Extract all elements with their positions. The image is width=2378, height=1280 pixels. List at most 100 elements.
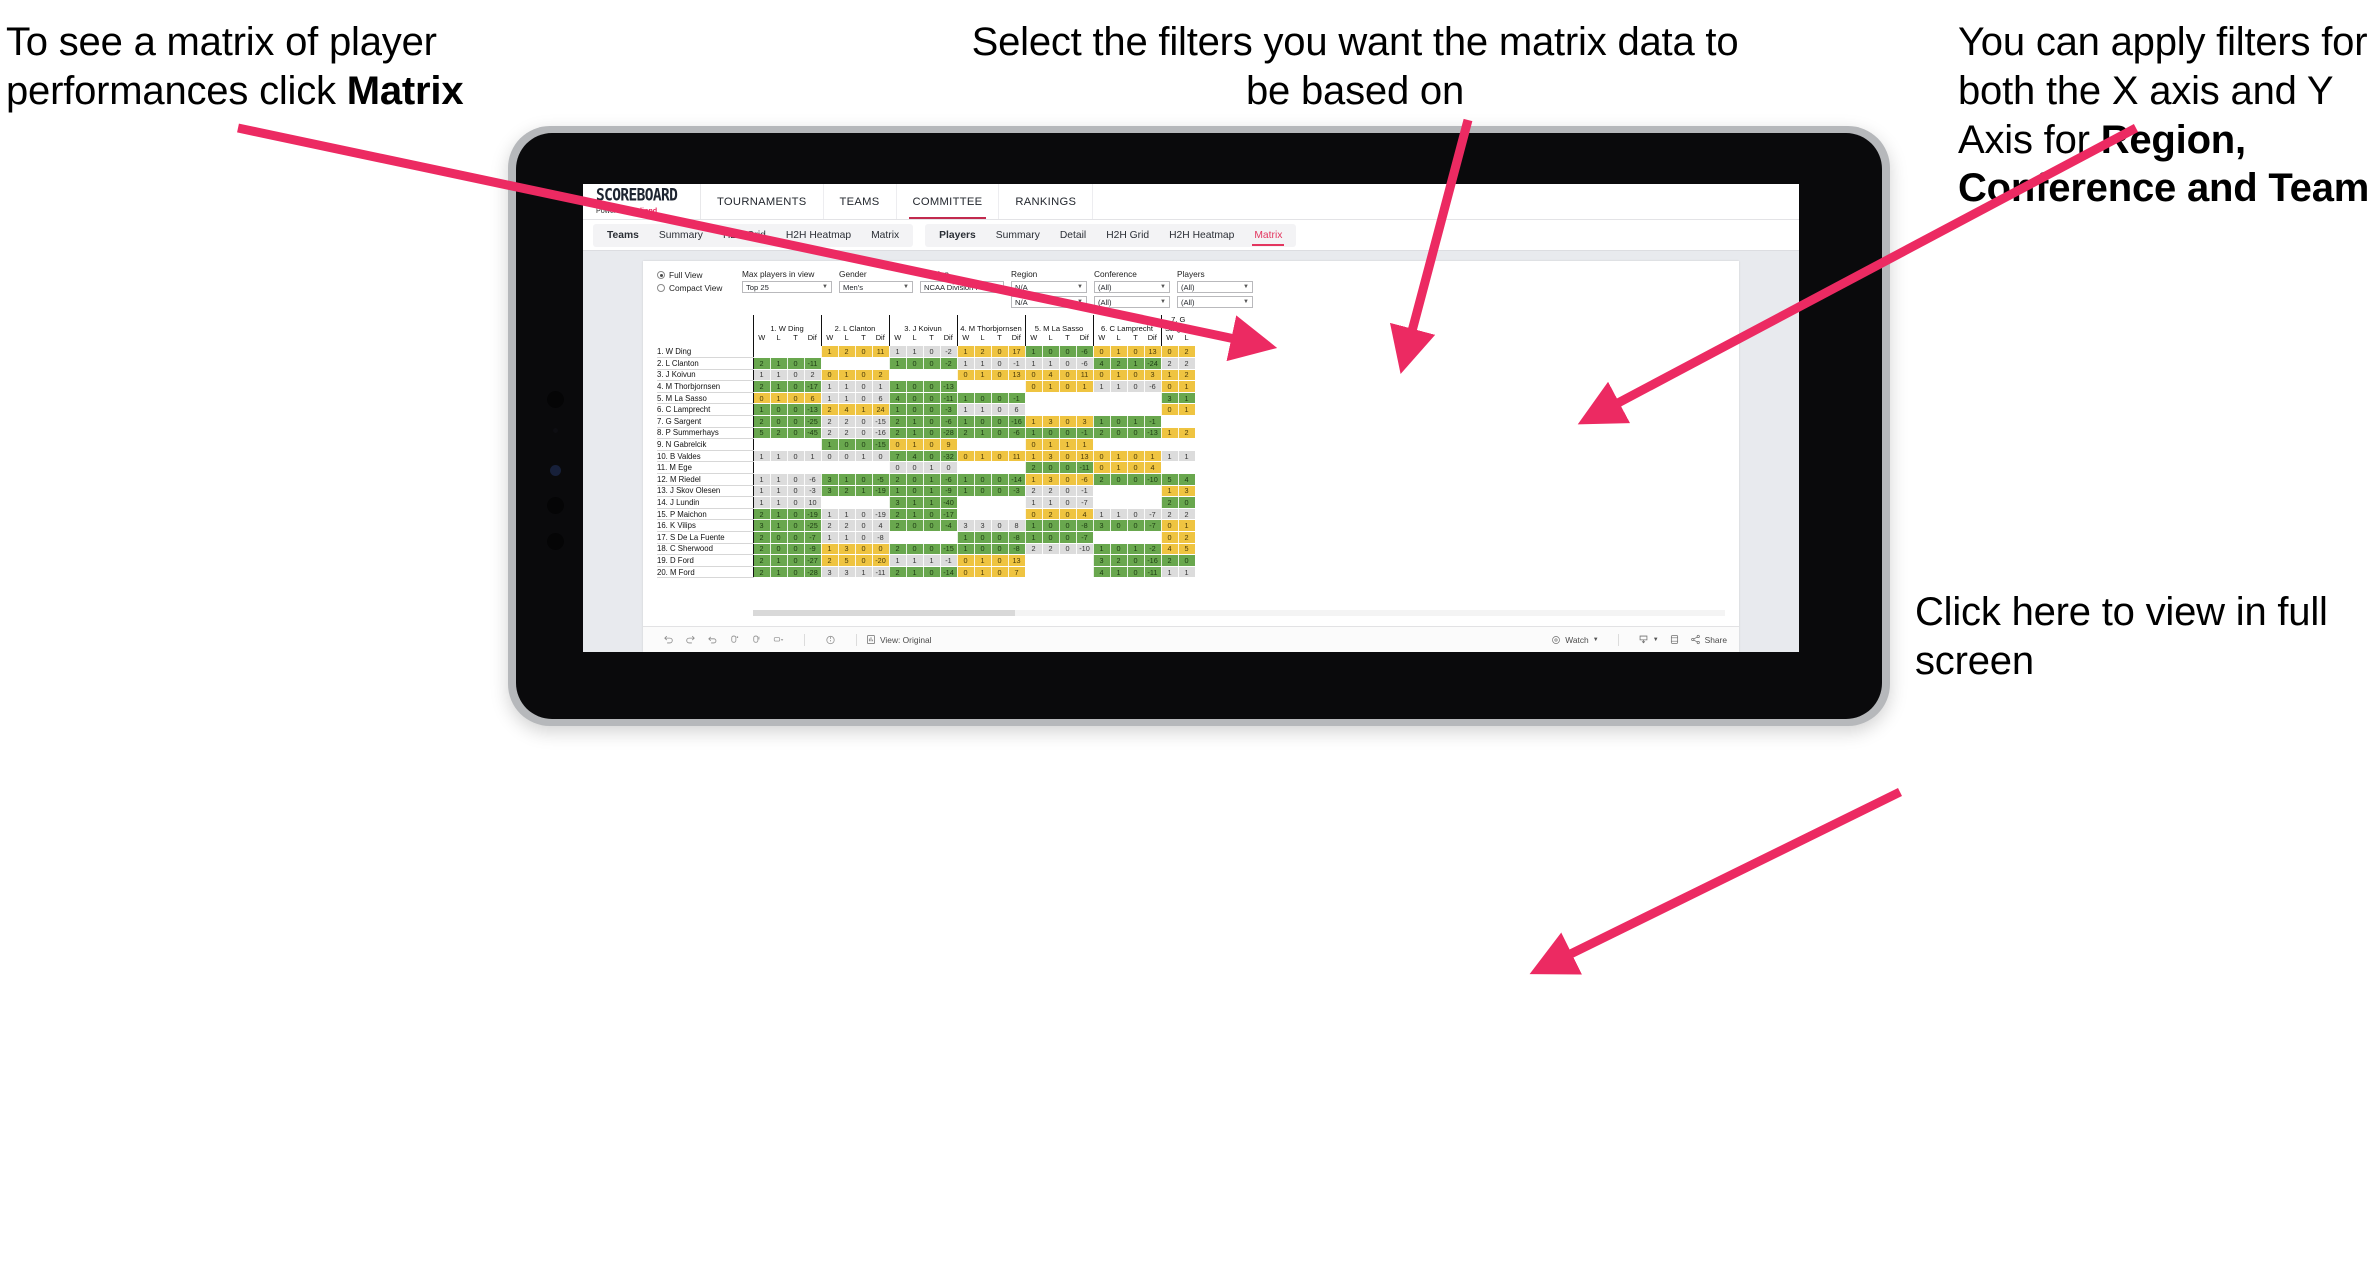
matrix-cell[interactable]: 6 bbox=[1008, 403, 1026, 417]
table-row[interactable]: 10. B Valdes 1 1 0 1 0 0 1 0 7 4 0 -32 0 1 0 11 1 3 0 13 0 1 0 1… bbox=[657, 450, 1217, 463]
matrix-cell[interactable]: -3 bbox=[804, 485, 822, 498]
matrix-cell[interactable]: 1 bbox=[923, 461, 941, 475]
matrix-cell[interactable]: 0 bbox=[991, 566, 1009, 579]
table-row[interactable]: 9. N Gabrelcik 1 0 0 -15 0 1 0 9 0 1 1 1 bbox=[657, 438, 1217, 451]
matrix-cell[interactable]: 0 bbox=[991, 369, 1009, 382]
matrix-cell[interactable]: 0 bbox=[787, 450, 805, 463]
matrix-cell[interactable]: 1 bbox=[1110, 369, 1128, 382]
matrix-cell[interactable] bbox=[991, 461, 1009, 475]
view-original-button[interactable]: View: Original bbox=[866, 634, 932, 645]
matrix-cell[interactable]: 1 bbox=[1110, 508, 1128, 521]
matrix-cell[interactable]: 1 bbox=[956, 485, 975, 498]
tab-players-detail[interactable]: Detail bbox=[1050, 224, 1096, 247]
matrix-cell[interactable]: 0 bbox=[991, 403, 1009, 417]
matrix-cell[interactable]: 1 bbox=[888, 403, 907, 417]
matrix-cell[interactable]: 2 bbox=[1024, 461, 1043, 475]
matrix-cell[interactable]: 2 bbox=[1160, 554, 1179, 567]
matrix-cell[interactable]: 1 bbox=[770, 566, 788, 579]
matrix-cell[interactable] bbox=[956, 380, 975, 393]
matrix-cell[interactable]: 0 bbox=[888, 461, 907, 475]
matrix-cell[interactable]: -8 bbox=[1008, 543, 1026, 556]
matrix-cell[interactable]: 1 bbox=[974, 554, 992, 567]
matrix-cell[interactable]: 1 bbox=[838, 369, 856, 382]
matrix-cell[interactable]: 11 bbox=[1008, 450, 1026, 463]
matrix-cell[interactable]: 1 bbox=[1042, 357, 1060, 370]
matrix-cell[interactable]: 1 bbox=[770, 357, 788, 370]
matrix-cell[interactable] bbox=[1008, 508, 1026, 521]
matrix-cell[interactable]: 0 bbox=[787, 427, 805, 440]
matrix-cell[interactable] bbox=[940, 531, 958, 544]
matrix-cell[interactable]: 8 bbox=[1008, 519, 1026, 532]
horizontal-scrollbar[interactable] bbox=[753, 610, 1725, 616]
matrix-cell[interactable]: 1 bbox=[770, 473, 788, 486]
matrix-cell[interactable]: 0 bbox=[1110, 543, 1128, 556]
matrix-cell[interactable]: 1 bbox=[1160, 450, 1179, 463]
matrix-cell[interactable] bbox=[787, 346, 805, 359]
matrix-cell[interactable]: 2 bbox=[1178, 346, 1196, 359]
matrix-cell[interactable]: 1 bbox=[855, 403, 873, 417]
nav-item-teams[interactable]: TEAMS bbox=[824, 184, 897, 219]
matrix-cell[interactable]: 0 bbox=[855, 519, 873, 532]
matrix-cell[interactable]: 1 bbox=[752, 473, 771, 486]
matrix-cell[interactable] bbox=[1059, 403, 1077, 417]
table-row[interactable]: 12. M Riedel 1 1 0 -6 3 1 0 -5 2 0 1 -6 1 0 0 -14 1 3 0 -6 2 0… bbox=[657, 473, 1217, 486]
matrix-cell[interactable]: -6 bbox=[940, 473, 958, 486]
matrix-cell[interactable]: 1 bbox=[974, 427, 992, 440]
matrix-cell[interactable] bbox=[804, 346, 822, 359]
matrix-cell[interactable]: 0 bbox=[991, 473, 1009, 486]
matrix-cell[interactable]: 0 bbox=[906, 380, 924, 393]
matrix-cell[interactable]: 1 bbox=[956, 473, 975, 486]
matrix-cell[interactable]: 2 bbox=[752, 508, 771, 521]
matrix-cell[interactable]: 0 bbox=[974, 485, 992, 498]
matrix-cell[interactable]: -11 bbox=[804, 357, 822, 370]
matrix-cell[interactable]: -28 bbox=[940, 427, 958, 440]
matrix-cell[interactable] bbox=[1144, 392, 1162, 405]
matrix-cell[interactable]: 2 bbox=[752, 531, 771, 544]
matrix-cell[interactable] bbox=[855, 461, 873, 475]
matrix-cell[interactable] bbox=[1024, 566, 1043, 579]
matrix-cell[interactable] bbox=[1059, 566, 1077, 579]
radio-compact-view[interactable]: Compact View bbox=[657, 283, 735, 293]
matrix-cell[interactable] bbox=[1110, 496, 1128, 509]
matrix-cell[interactable] bbox=[855, 357, 873, 370]
table-row[interactable]: 19. D Ford 2 1 0 -27 2 5 0 -20 1 1 1 -1 0 1 0 13 3 2 0 -16 2 0 bbox=[657, 554, 1217, 567]
matrix-cell[interactable]: 2 bbox=[838, 415, 856, 428]
matrix-cell[interactable]: -16 bbox=[1008, 415, 1026, 428]
matrix-cell[interactable]: -6 bbox=[804, 473, 822, 486]
matrix-row-header[interactable]: 14. J Lundin bbox=[657, 496, 753, 509]
matrix-cell[interactable]: 2 bbox=[1178, 357, 1196, 370]
matrix-cell[interactable]: 0 bbox=[991, 427, 1009, 440]
matrix-cell[interactable]: 17 bbox=[1008, 346, 1026, 359]
matrix-cell[interactable]: 2 bbox=[1178, 531, 1196, 544]
matrix-cell[interactable]: 2 bbox=[1024, 543, 1043, 556]
matrix-cell[interactable]: 1 bbox=[820, 531, 839, 544]
matrix-cell[interactable] bbox=[1127, 485, 1145, 498]
matrix-cell[interactable]: 2 bbox=[752, 543, 771, 556]
matrix-cell[interactable] bbox=[838, 461, 856, 475]
matrix-cell[interactable]: 1 bbox=[1178, 380, 1196, 393]
matrix-cell[interactable]: 2 bbox=[820, 427, 839, 440]
matrix-cell[interactable]: 0 bbox=[1127, 346, 1145, 359]
matrix-cell[interactable] bbox=[1127, 438, 1145, 451]
matrix-cell[interactable]: 2 bbox=[1110, 357, 1128, 370]
matrix-cell[interactable]: -16 bbox=[1144, 554, 1162, 567]
matrix-cell[interactable]: -5 bbox=[872, 473, 890, 486]
matrix-cell[interactable]: 3 bbox=[752, 519, 771, 532]
matrix-cell[interactable] bbox=[1144, 496, 1162, 509]
matrix-cell[interactable]: 13 bbox=[1008, 369, 1026, 382]
matrix-cell[interactable] bbox=[1008, 496, 1026, 509]
matrix-cell[interactable]: 0 bbox=[923, 427, 941, 440]
scrollbar-thumb[interactable] bbox=[753, 610, 1016, 616]
matrix-cell[interactable]: 2 bbox=[872, 369, 890, 382]
matrix-row-header[interactable]: 1. W Ding bbox=[657, 346, 753, 359]
matrix-cell[interactable]: 0 bbox=[991, 450, 1009, 463]
matrix-cell[interactable]: 1 bbox=[1178, 519, 1196, 532]
matrix-cell[interactable]: 1 bbox=[906, 427, 924, 440]
presentation-icon[interactable] bbox=[773, 634, 784, 645]
matrix-cell[interactable]: -11 bbox=[872, 566, 890, 579]
matrix-cell[interactable] bbox=[888, 369, 907, 382]
matrix-cell[interactable]: 1 bbox=[1127, 415, 1145, 428]
matrix-cell[interactable]: 0 bbox=[1160, 346, 1179, 359]
matrix-cell[interactable]: 0 bbox=[787, 554, 805, 567]
matrix-cell[interactable] bbox=[804, 461, 822, 475]
